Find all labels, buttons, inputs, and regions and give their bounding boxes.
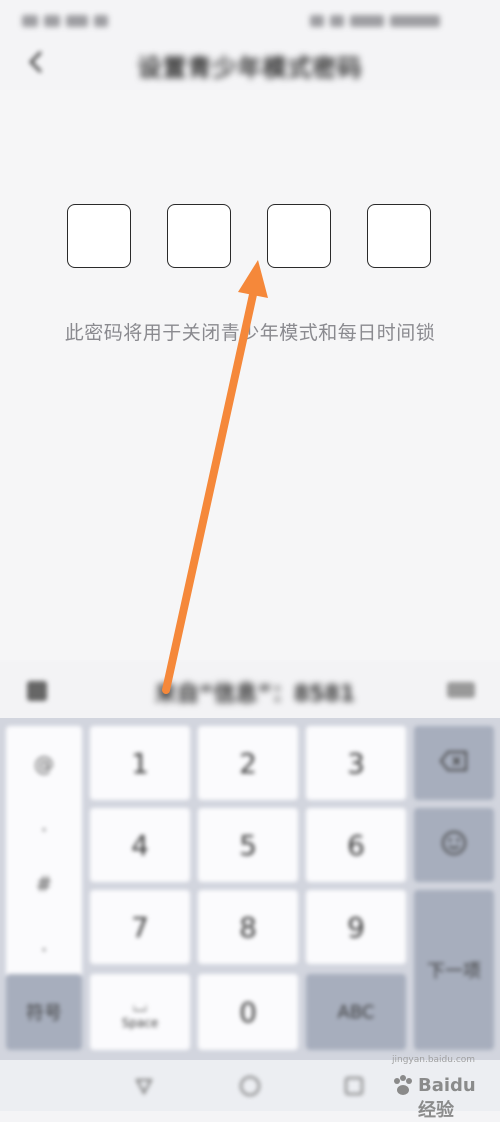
nav-recents-icon[interactable]	[342, 1074, 366, 1098]
space-key[interactable]: ⌴ Space	[90, 974, 190, 1050]
symbol-key[interactable]: #	[6, 872, 82, 896]
key-2[interactable]: 2	[198, 726, 298, 800]
symbol-list[interactable]: @ . # .	[6, 726, 82, 982]
pin-box-4[interactable]	[367, 204, 431, 268]
delete-key[interactable]	[414, 726, 494, 800]
watermark-text: Baidu经验	[418, 1075, 476, 1121]
key-3[interactable]: 3	[306, 726, 406, 800]
alarm-icon	[310, 14, 324, 27]
emoji-icon	[440, 829, 468, 862]
signal-icon	[22, 14, 38, 27]
symbol-key[interactable]: .	[6, 932, 82, 956]
keyboard-hide-icon[interactable]	[444, 678, 478, 702]
delete-icon	[439, 750, 469, 777]
header: 设置青少年模式密码	[0, 36, 500, 90]
space-label: Space	[121, 1015, 159, 1030]
symbol-switch-key[interactable]: 符号	[6, 974, 82, 1050]
key-6[interactable]: 6	[306, 808, 406, 882]
status-left	[22, 10, 132, 27]
space-glyph: ⌴	[132, 994, 148, 1016]
keyboard-suggestion-bar: 来自“信息”：8581	[0, 662, 500, 718]
key-0[interactable]: 0	[198, 974, 298, 1050]
pin-box-2[interactable]	[167, 204, 231, 268]
signal-icon	[44, 14, 60, 27]
emoji-key[interactable]	[414, 808, 494, 882]
key-4[interactable]: 4	[90, 808, 190, 882]
abc-key[interactable]: ABC	[306, 974, 406, 1050]
status-right	[310, 10, 480, 27]
baidu-watermark: jingyan.baidu.com Baidu经验	[390, 1055, 490, 1121]
wifi-icon	[94, 14, 108, 27]
nav-home-icon[interactable]	[238, 1074, 262, 1098]
pin-box-1[interactable]	[67, 204, 131, 268]
symbol-key[interactable]: @	[6, 752, 82, 776]
sms-code-suggestion[interactable]: 来自“信息”：8581	[120, 676, 390, 708]
key-1[interactable]: 1	[90, 726, 190, 800]
key-9[interactable]: 9	[306, 890, 406, 964]
pin-box-3[interactable]	[267, 204, 331, 268]
nav-back-icon[interactable]	[132, 1074, 156, 1098]
battery-icon	[350, 14, 384, 27]
clock-text	[390, 14, 440, 27]
page-title: 设置青少年模式密码	[137, 54, 363, 82]
pin-hint-text: 此密码将用于关闭青少年模式和每日时间锁	[64, 322, 436, 344]
status-bar	[0, 0, 500, 36]
paw-icon	[394, 1075, 412, 1095]
bluetooth-icon	[330, 14, 344, 27]
key-8[interactable]: 8	[198, 890, 298, 964]
keyboard-grid-icon[interactable]	[22, 676, 52, 706]
next-key[interactable]: 下一项	[414, 890, 494, 1050]
network-icon	[66, 14, 88, 27]
content-area: 此密码将用于关闭青少年模式和每日时间锁	[0, 90, 500, 660]
numeric-keyboard: @ . # . 1 2 3 4 5 6 7 8 9 符号 ⌴ Space 0 A…	[0, 718, 500, 1111]
key-7[interactable]: 7	[90, 890, 190, 964]
symbol-key[interactable]: .	[6, 812, 82, 836]
key-5[interactable]: 5	[198, 808, 298, 882]
watermark-url: jingyan.baidu.com	[392, 1055, 476, 1065]
